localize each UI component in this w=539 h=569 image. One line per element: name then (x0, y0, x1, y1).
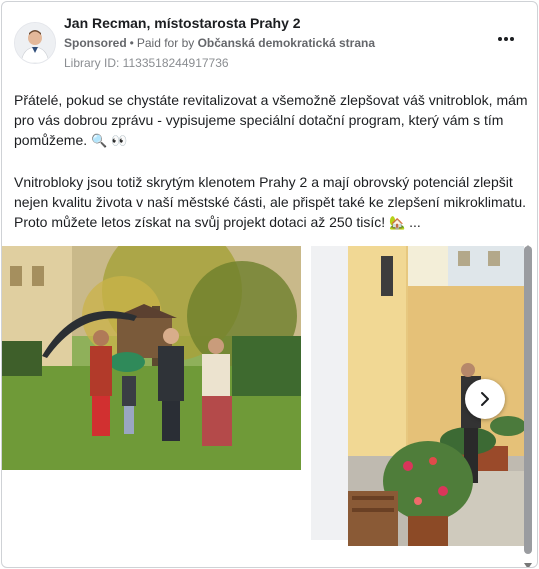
scroll-up-arrow[interactable] (524, 238, 532, 251)
carousel-next-button[interactable] (465, 379, 505, 419)
paragraph-2: Vnitrobloky jsou totiž skrytým klenotem … (14, 172, 529, 234)
paragraph-1: Přátelé, pokud se chystáte revitalizovat… (14, 90, 529, 152)
magnifier-eyes-emoji: 🔍 👀 (91, 134, 128, 149)
ad-header-text: Jan Recman, místostarosta Prahy 2 Sponso… (64, 14, 485, 72)
chevron-right-icon (481, 392, 489, 406)
more-dot (510, 37, 514, 41)
page-name[interactable]: Jan Recman, místostarosta Prahy 2 (64, 14, 485, 32)
library-id: Library ID: 1133518244917736 (64, 56, 229, 70)
house-emoji: 🏡 (389, 216, 406, 231)
sponsor-line: Sponsored • Paid for by Občanská demokrati… (64, 34, 485, 52)
see-more-ellipsis[interactable]: ... (409, 214, 421, 230)
more-dot (504, 37, 508, 41)
sponsored-label: Sponsored (64, 36, 127, 50)
ad-body: Přátelé, pokud se chystáte revitalizovat… (14, 90, 529, 254)
paid-for-prefix: Paid for by (136, 36, 195, 50)
carousel-photo-1[interactable] (2, 246, 301, 470)
more-options-button[interactable] (495, 32, 517, 46)
separator: • (129, 36, 134, 50)
more-horizontal-icon (498, 37, 502, 41)
scrollbar-thumb[interactable] (524, 246, 532, 554)
avatar[interactable] (14, 22, 56, 64)
paid-for-by[interactable]: Občanská demokratická strana (198, 36, 375, 50)
paragraph-2-text: Vnitrobloky jsou totiž skrytým klenotem … (14, 174, 526, 230)
scroll-down-arrow[interactable] (524, 556, 532, 567)
ad-header: Jan Recman, místostarosta Prahy 2 Sponso… (14, 14, 525, 74)
image-carousel (2, 246, 537, 548)
ad-card: Jan Recman, místostarosta Prahy 2 Sponso… (1, 1, 538, 568)
